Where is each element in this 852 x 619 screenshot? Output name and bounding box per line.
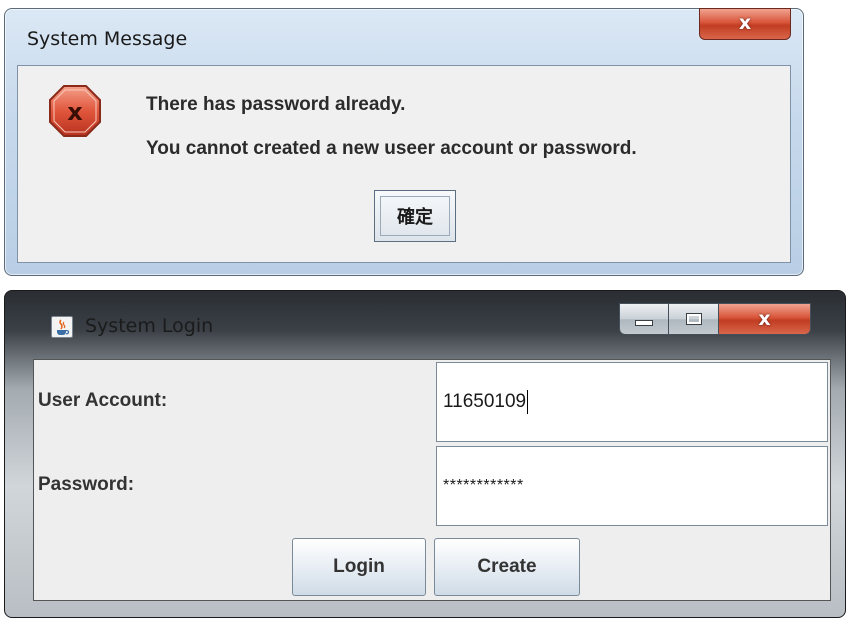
svg-text:x: x — [67, 98, 83, 126]
maximize-icon — [685, 313, 702, 325]
password-label: Password: — [38, 474, 135, 495]
error-icon: x — [49, 85, 101, 137]
password-input[interactable]: ************ — [436, 446, 828, 526]
message-titlebar[interactable]: System Message x — [5, 8, 803, 59]
ok-button-label: 確定 — [380, 196, 450, 236]
create-button[interactable]: Create — [434, 538, 580, 596]
message-line-2: You cannot created a new useer account o… — [146, 138, 637, 159]
password-value: ************ — [443, 477, 524, 494]
login-close-button[interactable]: x — [719, 303, 811, 335]
user-account-value: 11650109 — [443, 391, 527, 412]
close-icon: x — [738, 12, 752, 34]
system-login-dialog: System Login x User Account: 11650109 Pa… — [4, 290, 846, 618]
message-body: x There has password already. You cannot… — [17, 65, 791, 263]
minimize-button[interactable] — [619, 303, 669, 335]
java-icon — [51, 316, 73, 338]
message-close-button[interactable]: x — [699, 8, 791, 40]
user-account-input[interactable]: 11650109 — [436, 362, 828, 442]
text-caret — [527, 390, 529, 414]
window-controls: x — [619, 303, 811, 335]
login-dialog-title: System Login — [85, 315, 214, 337]
message-line-1: There has password already. — [146, 94, 406, 115]
message-dialog-title: System Message — [27, 28, 188, 50]
java-cup-icon — [57, 319, 70, 335]
system-message-dialog: System Message x x There has password al… — [4, 8, 804, 276]
close-icon: x — [758, 308, 771, 330]
login-form: User Account: 11650109 Password: *******… — [33, 359, 831, 601]
maximize-button[interactable] — [669, 303, 719, 335]
login-button[interactable]: Login — [292, 538, 426, 596]
minimize-icon — [635, 320, 653, 326]
user-account-label: User Account: — [38, 390, 168, 411]
ok-button[interactable]: 確定 — [374, 190, 456, 242]
